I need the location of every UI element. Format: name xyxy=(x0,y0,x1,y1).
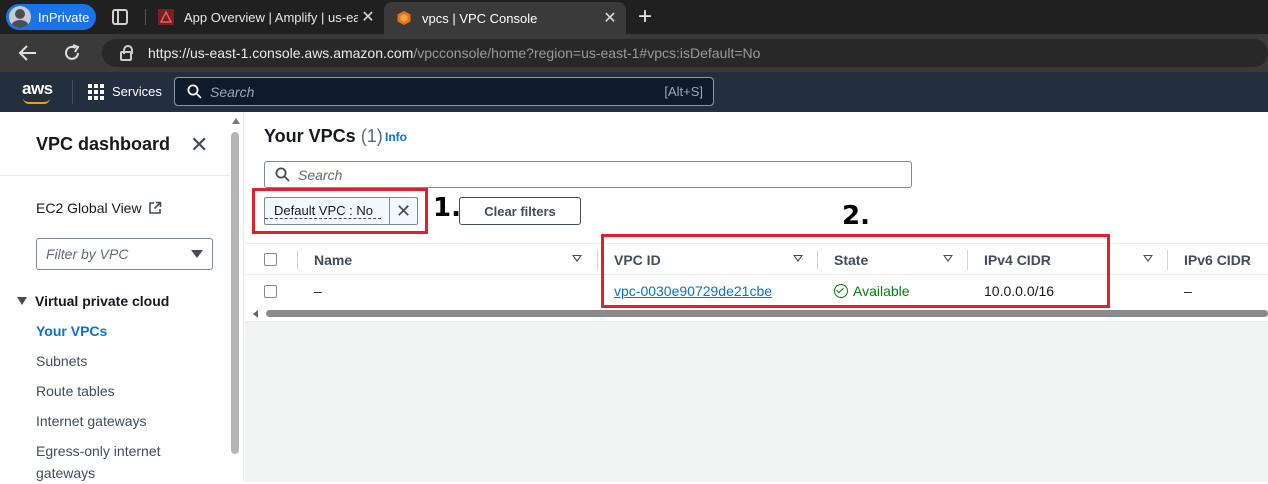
scroll-left-arrow-icon[interactable] xyxy=(253,310,258,318)
sort-caret-icon xyxy=(572,255,582,262)
table-horizontal-scrollbar[interactable] xyxy=(245,308,1268,319)
column-header-name[interactable]: Name xyxy=(314,244,584,275)
aws-smile-icon xyxy=(23,98,50,104)
cell-ipv6-cidr: – xyxy=(1184,283,1192,299)
browser-address-bar: https://us-east-1.console.aws.amazon.com… xyxy=(0,34,1268,72)
select-all-checkbox[interactable] xyxy=(264,253,277,266)
aws-console-header: aws Services [Alt+S] xyxy=(0,72,1268,112)
cell-name: – xyxy=(314,283,322,299)
sidebar-divider xyxy=(0,175,230,176)
table-search-input[interactable] xyxy=(298,166,911,183)
amplify-favicon-icon xyxy=(158,9,174,25)
tab-vpc-console[interactable]: vpcs | VPC Console ✕ xyxy=(384,2,626,34)
header-divider xyxy=(72,80,73,104)
search-shortcut-hint: [Alt+S] xyxy=(664,84,703,99)
new-tab-button[interactable]: + xyxy=(638,3,652,31)
sidebar-item-subnets[interactable]: Subnets xyxy=(36,350,87,372)
main-empty-area xyxy=(245,321,1268,482)
column-separator xyxy=(297,250,298,270)
sidebar-item-egress-only-internet-gateways-cont[interactable]: gateways xyxy=(36,462,95,484)
close-sidebar-icon[interactable]: ✕ xyxy=(190,132,208,158)
expand-caret-icon xyxy=(17,297,27,305)
filter-by-vpc-select[interactable]: Filter by VPC xyxy=(36,238,213,270)
sort-caret-icon xyxy=(1143,255,1153,262)
vpc-count: (1) xyxy=(360,126,383,146)
vpc-sidebar: VPC dashboard ✕ EC2 Global View Filter b… xyxy=(0,112,244,482)
sidebar-title[interactable]: VPC dashboard xyxy=(36,134,170,155)
virtual-private-cloud-section[interactable]: Virtual private cloud xyxy=(17,293,169,309)
aws-search-input[interactable] xyxy=(210,83,665,100)
section-label: Virtual private cloud xyxy=(35,293,170,309)
aws-global-search[interactable]: [Alt+S] xyxy=(174,77,714,106)
inprivate-profile-button[interactable]: InPrivate xyxy=(6,4,96,30)
ec2-global-view-link[interactable]: EC2 Global View xyxy=(36,200,162,216)
column-header-ipv6-cidr[interactable]: IPv6 CIDR xyxy=(1184,244,1264,275)
lock-icon xyxy=(120,45,133,61)
info-link[interactable]: Info xyxy=(385,130,407,144)
annotation-step-1: 1. xyxy=(433,193,461,223)
back-arrow-icon[interactable] xyxy=(18,44,38,62)
vpc-favicon-icon xyxy=(397,11,411,25)
page-title: Your VPCs (1) xyxy=(264,126,383,146)
row-checkbox[interactable] xyxy=(264,285,277,298)
sidebar-item-route-tables[interactable]: Route tables xyxy=(36,380,115,402)
ec2-global-view-label: EC2 Global View xyxy=(36,200,142,216)
tab-amplify[interactable]: App Overview | Amplify | us-east-1 ✕ xyxy=(146,0,384,34)
search-icon xyxy=(187,84,202,99)
refresh-icon[interactable] xyxy=(62,43,82,63)
annotation-box-filter xyxy=(252,188,428,234)
sidebar-item-your-vpcs[interactable]: Your VPCs xyxy=(36,320,107,342)
url-field[interactable]: https://us-east-1.console.aws.amazon.com… xyxy=(102,39,1268,67)
caret-down-icon xyxy=(191,250,203,258)
url-text: https://us-east-1.console.aws.amazon.com… xyxy=(148,45,761,61)
services-menu[interactable]: Services xyxy=(112,84,162,99)
browser-tab-bar: InPrivate App Overview | Amplify | us-ea… xyxy=(0,0,1268,34)
scroll-up-arrow-icon[interactable] xyxy=(232,118,240,124)
column-separator xyxy=(597,250,598,270)
filter-by-vpc-placeholder: Filter by VPC xyxy=(46,246,129,262)
close-tab-icon[interactable]: ✕ xyxy=(600,8,620,28)
inprivate-label: InPrivate xyxy=(38,9,90,25)
external-link-icon xyxy=(148,201,161,214)
search-icon xyxy=(275,167,290,182)
services-grid-icon[interactable] xyxy=(88,84,104,100)
tab-actions-icon[interactable] xyxy=(112,9,128,25)
clear-filters-button[interactable]: Clear filters xyxy=(459,197,581,225)
profile-avatar-icon xyxy=(9,6,31,28)
table-search[interactable] xyxy=(264,161,912,188)
sidebar-scrollbar[interactable] xyxy=(231,132,239,454)
annotation-step-2: 2. xyxy=(842,201,870,231)
close-tab-icon[interactable]: ✕ xyxy=(358,7,378,27)
tab-title: vpcs | VPC Console xyxy=(422,10,538,26)
aws-logo[interactable]: aws xyxy=(22,79,53,104)
annotation-box-columns xyxy=(601,234,1110,308)
column-separator xyxy=(1167,250,1168,270)
sidebar-item-egress-only-internet-gateways[interactable]: Egress-only internet xyxy=(36,440,161,462)
sidebar-item-internet-gateways[interactable]: Internet gateways xyxy=(36,410,147,432)
tab-title: App Overview | Amplify | us-east-1 xyxy=(184,9,358,25)
scrollbar-thumb[interactable] xyxy=(266,310,1268,317)
